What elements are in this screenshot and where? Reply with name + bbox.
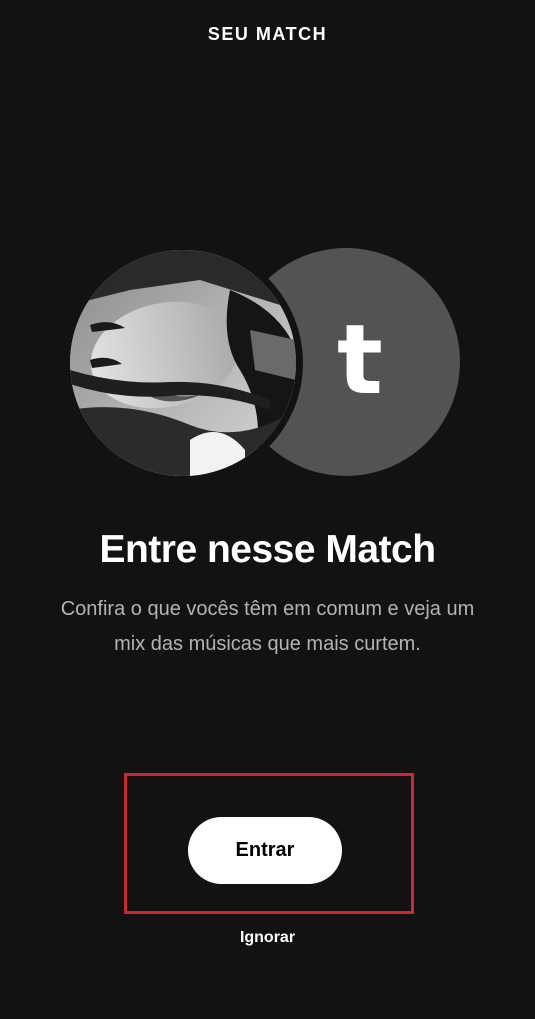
user-avatar (70, 250, 296, 476)
enter-button[interactable]: Entrar (188, 817, 342, 884)
match-description: Confira o que vocês têm em comum e veja … (60, 598, 475, 655)
match-title: Entre nesse Match (99, 528, 436, 571)
match-avatars: t (70, 248, 470, 476)
user-photo-image (70, 250, 296, 476)
page-header-title: SEU MATCH (207, 24, 328, 44)
ignore-link[interactable]: Ignorar (0, 929, 535, 947)
other-user-initial: t (337, 304, 383, 416)
